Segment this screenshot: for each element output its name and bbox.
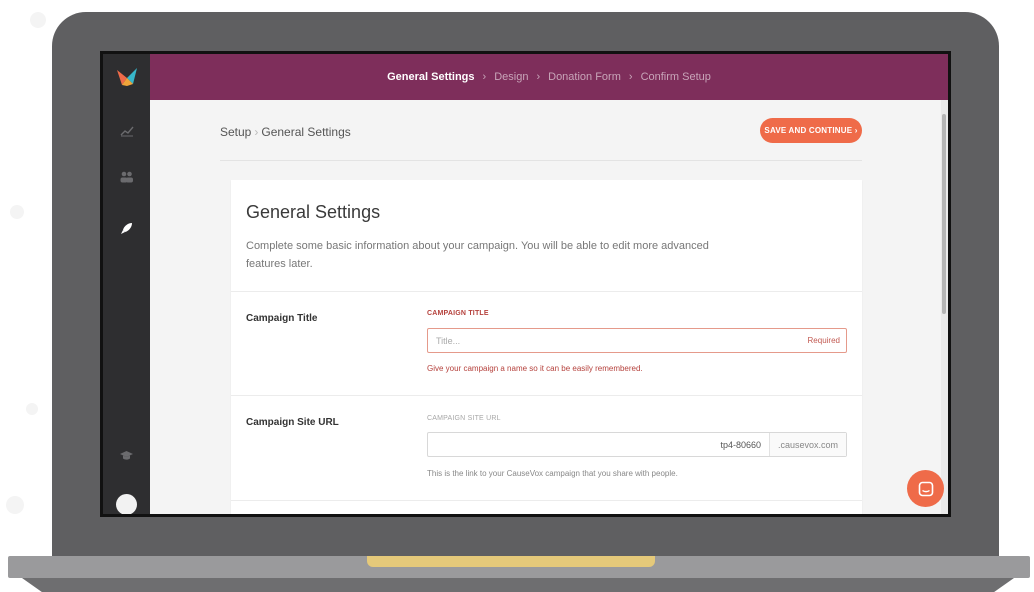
breadcrumb: Setup › General Settings <box>220 125 351 139</box>
campaign-url-row-label: Campaign Site URL <box>246 417 339 428</box>
chart-icon[interactable] <box>103 116 150 146</box>
chat-icon[interactable] <box>907 470 944 507</box>
sidebar <box>103 54 150 514</box>
background-dot <box>6 496 24 514</box>
step-separator-chevron-icon: › <box>628 71 633 83</box>
bird-logo-icon[interactable] <box>103 54 150 100</box>
row-divider <box>231 395 862 396</box>
step-general-settings[interactable]: General Settings <box>387 71 474 83</box>
laptop-base-lip <box>22 578 1014 592</box>
rocket-icon[interactable] <box>103 213 150 243</box>
graduation-cap-icon[interactable] <box>103 440 150 470</box>
header-divider <box>220 160 862 161</box>
laptop-scene: General Settings › Design › Donation For… <box>0 0 1034 592</box>
people-icon[interactable] <box>103 162 150 192</box>
campaign-title-row-label: Campaign Title <box>246 313 318 324</box>
campaign-url-help: This is the link to your CauseVox campai… <box>427 469 678 478</box>
required-tag: Required <box>807 336 840 345</box>
breadcrumb-separator: › <box>254 125 259 139</box>
save-and-continue-button[interactable]: SAVE AND CONTINUE › <box>760 118 862 143</box>
row-divider <box>231 500 862 501</box>
campaign-title-help: Give your campaign a name so it can be e… <box>427 364 643 373</box>
url-domain-suffix: .causevox.com <box>769 433 846 456</box>
vertical-scrollbar-thumb[interactable] <box>942 114 946 314</box>
setup-steps-bar: General Settings › Design › Donation For… <box>150 54 948 100</box>
step-confirm-setup[interactable]: Confirm Setup <box>641 71 711 83</box>
card-description: Complete some basic information about yo… <box>246 240 709 270</box>
campaign-url-field-label: CAMPAIGN SITE URL <box>427 415 501 422</box>
campaign-title-field[interactable]: Required <box>427 328 847 353</box>
row-divider <box>231 291 862 292</box>
general-settings-card: General Settings Complete some basic inf… <box>231 180 862 514</box>
laptop-notch <box>367 556 655 567</box>
main-content: Setup › General Settings SAVE AND CONTINUE… <box>150 100 940 514</box>
campaign-url-value[interactable]: tp4-80660 <box>720 440 761 450</box>
avatar[interactable] <box>116 494 137 514</box>
background-dot <box>30 12 46 28</box>
step-donation-form[interactable]: Donation Form <box>548 71 621 83</box>
step-design[interactable]: Design <box>494 71 528 83</box>
step-separator-chevron-icon: › <box>482 71 487 83</box>
background-dot <box>10 205 24 219</box>
campaign-url-field[interactable]: tp4-80660 .causevox.com <box>427 432 847 457</box>
step-separator-chevron-icon: › <box>536 71 541 83</box>
campaign-title-input[interactable] <box>428 329 846 352</box>
card-title: General Settings <box>246 202 381 222</box>
campaign-title-field-label: CAMPAIGN TITLE <box>427 310 489 317</box>
breadcrumb-current: General Settings <box>261 125 351 139</box>
background-dot <box>26 403 38 415</box>
breadcrumb-root[interactable]: Setup <box>220 125 251 139</box>
app-window: General Settings › Design › Donation For… <box>103 54 948 514</box>
laptop-screen: General Settings › Design › Donation For… <box>100 51 951 517</box>
